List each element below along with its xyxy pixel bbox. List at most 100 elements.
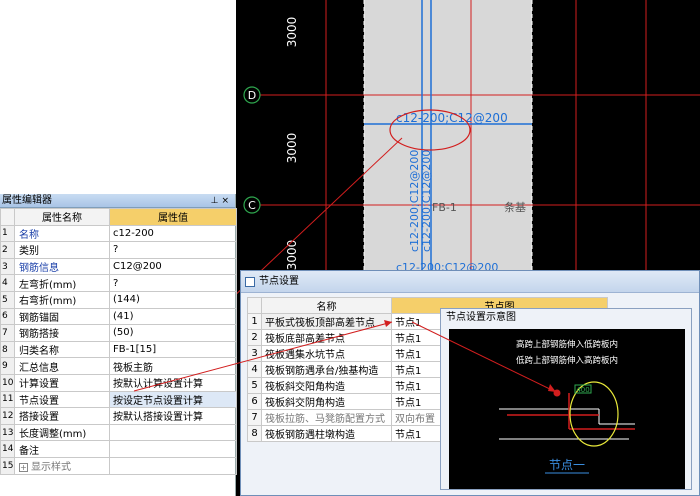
property-editor-titlebar: 属性编辑器 ⊥× [0,194,235,208]
property-name-text: 显示样式 [31,462,71,474]
property-value[interactable] [109,456,237,475]
property-row[interactable]: 3 钢筋信息 C12@200 [0,257,237,276]
property-row[interactable]: 15 + 显示样式 [0,456,237,475]
node-name[interactable]: 筏板拉筋、马凳筋配置方式 [261,409,392,426]
strip-footing-label: 条基 [504,200,526,214]
header-property-name[interactable]: 属性名称 [14,208,110,226]
property-name[interactable]: 长度调整(mm) [14,423,110,442]
node-row-number: 1 [247,313,262,330]
property-row[interactable]: 1 名称 c12-200 [0,224,237,243]
property-value[interactable]: c12-200 [109,224,237,243]
node-row-number: 6 [247,393,262,410]
property-row-number: 10 [0,373,15,392]
property-header-row: 属性名称 属性值 [0,208,237,226]
property-row-number: 11 [0,390,15,409]
node-name[interactable]: 筏板钢筋遇承台/独基构造 [261,361,392,378]
property-row[interactable]: 7 钢筋搭接 (50) [0,324,237,342]
dimension-middle: 3000 [285,133,299,164]
node-name[interactable]: 平板式筏板顶部高差节点 [261,313,392,330]
property-value[interactable]: 按设定节点设置计算 [109,390,237,409]
property-value[interactable]: (50) [109,324,237,342]
node-row-number: 5 [247,377,262,394]
property-name[interactable]: 备注 [14,440,110,458]
dimension-bottom: 3000 [285,240,299,271]
property-value[interactable]: 按默认搭接设置计算 [109,407,237,425]
property-name-text: 节点设置 [19,395,59,407]
property-value[interactable] [109,423,237,442]
property-name[interactable]: 汇总信息 [14,357,110,375]
property-name[interactable]: 钢筋搭接 [14,324,110,342]
property-row[interactable]: 6 钢筋锚固 (41) [0,307,237,326]
property-name[interactable]: 节点设置 [14,390,110,409]
property-name[interactable]: 归类名称 [14,340,110,359]
header-num [0,208,15,226]
node-header-name[interactable]: 名称 [261,297,392,314]
expand-icon[interactable]: + [19,463,28,473]
property-row-number: 6 [0,307,15,326]
property-name[interactable]: 计算设置 [14,373,110,392]
property-name-text: 钢筋信息 [19,263,59,275]
property-name-text: 右弯折(mm) [19,296,77,308]
preview-title: 节点设置示意图 [446,312,516,323]
property-row[interactable]: 10 计算设置 按默认计算设置计算 [0,373,237,392]
property-name[interactable]: 名称 [14,224,110,243]
property-row-number: 2 [0,241,15,259]
node-name[interactable]: 筏板斜交阴角构造 [261,393,392,410]
property-value[interactable]: (144) [109,290,237,309]
node-name[interactable]: 筏板钢筋遇柱墩构造 [261,425,392,442]
pin-icon[interactable]: ⊥ [211,196,222,206]
property-name[interactable]: + 显示样式 [14,456,110,475]
property-name[interactable]: 搭接设置 [14,407,110,425]
property-row[interactable]: 2 类别? [0,241,237,259]
preview-line-2: 低跨上部钢筋伸入高跨板内 [516,355,618,366]
node-name[interactable]: 筏板遇集水坑节点 [261,345,392,362]
property-row[interactable]: 4 左弯折(mm)? [0,274,237,292]
property-value[interactable]: ? [109,274,237,292]
property-value[interactable]: 按默认计算设置计算 [109,373,237,392]
property-value[interactable]: 筏板主筋 [109,357,237,375]
node-name[interactable]: 筏板斜交阳角构造 [261,377,392,394]
property-name-text: 名称 [19,229,39,241]
property-value[interactable]: ? [109,241,237,259]
node-name[interactable]: 筏板底部高差节点 [261,329,392,346]
property-name-text: 钢筋搭接 [19,329,59,341]
slab-label: FB-1 [432,201,457,214]
property-name[interactable]: 左弯折(mm) [14,274,110,292]
property-row[interactable]: 12 搭接设置 按默认搭接设置计算 [0,407,237,425]
property-row[interactable]: 5 右弯折(mm) (144) [0,290,237,309]
node-row-number: 8 [247,425,262,442]
property-row-number: 7 [0,324,15,342]
property-row[interactable]: 13 长度调整(mm) [0,423,237,442]
property-row[interactable]: 11 节点设置 按设定节点设置计算 [0,390,237,409]
property-name-text: 搭接设置 [19,412,59,424]
close-icon[interactable]: × [221,196,232,206]
property-row-number: 3 [0,257,15,276]
axis-label-c: C [248,199,256,212]
property-row[interactable]: 8 归类名称 FB-1[15] [0,340,237,359]
property-row-number: 15 [0,456,15,475]
header-property-value[interactable]: 属性值 [109,208,237,226]
property-value[interactable] [109,440,237,458]
property-row[interactable]: 14 备注 [0,440,237,458]
property-value[interactable]: C12@200 [109,257,237,276]
property-name-text: 长度调整(mm) [19,429,87,441]
dialog-app-icon [245,277,255,287]
property-name[interactable]: 钢筋信息 [14,257,110,276]
dimension-top: 3000 [285,17,299,48]
property-value[interactable]: (41) [109,307,237,326]
property-name[interactable]: 类别 [14,241,110,259]
property-row-number: 1 [0,224,15,243]
node-header-num [247,297,262,314]
property-name[interactable]: 钢筋锚固 [14,307,110,326]
property-value[interactable]: FB-1[15] [109,340,237,359]
preview-dimension: 400 [576,386,589,394]
property-name-text: 类别 [19,246,39,258]
node-row-number: 3 [247,345,262,362]
property-name[interactable]: 右弯折(mm) [14,290,110,309]
property-row-number: 8 [0,340,15,359]
property-row[interactable]: 9 汇总信息 筏板主筋 [0,357,237,375]
property-editor: 属性编辑器 ⊥× 属性名称 属性值 1 名称 c12-200 2 类别? 3 钢筋信息 C12… [0,194,237,496]
preview-caption: 节点一 [549,458,585,472]
property-row-number: 12 [0,407,15,425]
node-preview-panel: 节点设置示意图 高跨上部钢筋伸入低跨板内 低跨上部钢筋伸入高跨板内 400 节点… [440,308,692,490]
